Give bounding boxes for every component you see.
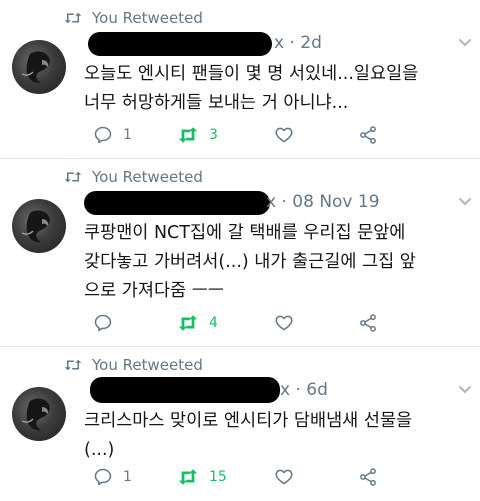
like-button[interactable]: [274, 467, 304, 487]
tweet[interactable]: You Retweeted x · 6d 크리스마스 맞이로 엔시티가 담배냄새…: [0, 347, 480, 501]
retweet-count: 4: [209, 315, 218, 331]
retweet-icon: [64, 171, 82, 183]
tweet-meta: x · 6d: [280, 380, 328, 400]
tweet-header: x · 6d: [84, 377, 480, 405]
tweet-text: 오늘도 엔시티 팬들이 몇 명 서있네...일요일을 너무 허망하게들 보내는 …: [84, 64, 419, 113]
retweeted-label: You Retweeted: [92, 9, 203, 27]
share-button[interactable]: [358, 313, 378, 333]
reply-icon: [94, 314, 112, 332]
avatar[interactable]: [12, 387, 66, 441]
tweet-meta: x · 2d: [274, 33, 322, 53]
tweet-meta: x · 08 Nov 19: [266, 192, 380, 212]
reply-button[interactable]: 1: [93, 125, 132, 145]
handle-fragment: x: [274, 33, 285, 53]
timeline-feed: You Retweeted x · 2d 오늘도 엔시티 팬들이 몇 명 서있네…: [0, 0, 480, 501]
tweet-time[interactable]: 6d: [306, 380, 328, 400]
retweet-button[interactable]: 4: [177, 313, 218, 333]
retweet-icon: [178, 127, 198, 143]
share-icon: [360, 314, 376, 332]
tweet-actions: 1 15: [84, 465, 480, 489]
tweet-time[interactable]: 08 Nov 19: [292, 192, 379, 212]
retweet-icon: [64, 359, 82, 371]
avatar-image: [21, 210, 50, 243]
retweet-button[interactable]: 15: [177, 467, 227, 487]
like-button[interactable]: [274, 125, 304, 145]
retweeted-indicator: You Retweeted: [64, 8, 203, 28]
retweeted-indicator: You Retweeted: [64, 355, 203, 375]
tweet[interactable]: You Retweeted x · 08 Nov 19 쿠팡맨이 NCT집에 갈…: [0, 159, 480, 347]
redacted-name: [88, 32, 272, 56]
tweet-text: 쿠팡맨이 NCT집에 갈 택배를 우리집 문앞에 갖다놓고 가버려서(...) …: [84, 223, 416, 301]
retweeted-label: You Retweeted: [92, 168, 203, 186]
tweet-text: 크리스마스 맞이로 엔시티가 담배냄새 선물을 (...): [84, 411, 413, 460]
share-icon: [360, 468, 376, 486]
like-button[interactable]: [274, 313, 304, 333]
reply-button[interactable]: [93, 313, 123, 333]
chevron-down-icon[interactable]: [458, 383, 472, 397]
reply-button[interactable]: 1: [93, 467, 132, 487]
reply-icon: [94, 468, 112, 486]
heart-icon: [275, 127, 293, 143]
avatar[interactable]: [12, 199, 66, 253]
retweet-icon: [178, 315, 198, 331]
chevron-down-icon[interactable]: [458, 36, 472, 50]
retweet-count: 15: [209, 469, 227, 485]
handle-fragment: x: [266, 192, 277, 212]
heart-icon: [275, 469, 293, 485]
share-button[interactable]: [358, 125, 378, 145]
tweet-header: x · 2d: [84, 30, 480, 58]
avatar-image: [21, 398, 50, 431]
heart-icon: [275, 315, 293, 331]
redacted-name: [84, 191, 270, 215]
retweet-icon: [178, 469, 198, 485]
chevron-down-icon[interactable]: [458, 195, 472, 209]
avatar-image: [21, 51, 50, 84]
retweet-count: 3: [209, 127, 218, 143]
share-icon: [360, 126, 376, 144]
reply-count: 1: [123, 127, 132, 143]
retweet-icon: [64, 12, 82, 24]
tweet-header: x · 08 Nov 19: [84, 189, 480, 217]
tweet[interactable]: You Retweeted x · 2d 오늘도 엔시티 팬들이 몇 명 서있네…: [0, 0, 480, 159]
tweet-actions: 1 3: [84, 123, 480, 147]
handle-fragment: x: [280, 380, 291, 400]
reply-icon: [94, 126, 112, 144]
redacted-name: [90, 377, 280, 403]
retweet-button[interactable]: 3: [177, 125, 218, 145]
reply-count: 1: [123, 469, 132, 485]
avatar[interactable]: [12, 40, 66, 94]
tweet-actions: 4: [84, 311, 480, 335]
retweeted-indicator: You Retweeted: [64, 167, 203, 187]
retweeted-label: You Retweeted: [92, 356, 203, 374]
tweet-time[interactable]: 2d: [300, 33, 322, 53]
share-button[interactable]: [358, 467, 378, 487]
